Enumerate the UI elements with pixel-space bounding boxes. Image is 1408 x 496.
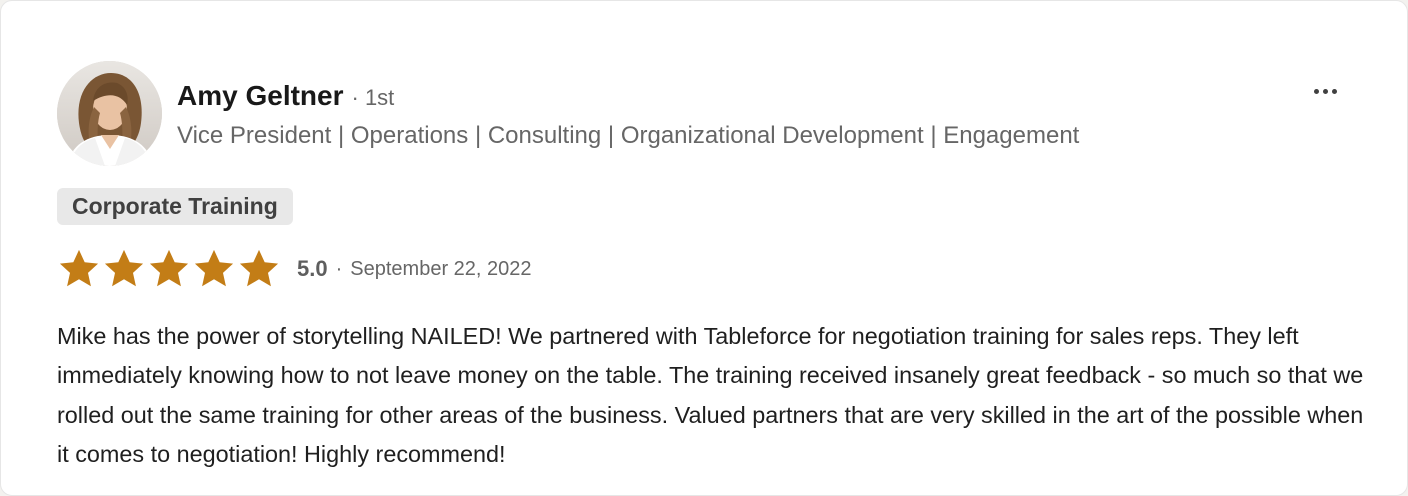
star-icon xyxy=(194,249,234,287)
service-tag: Corporate Training xyxy=(57,188,293,225)
star-icon xyxy=(59,249,99,287)
star-icon xyxy=(149,249,189,287)
star-icon xyxy=(104,249,144,287)
reviewer-name[interactable]: Amy Geltner xyxy=(177,80,344,112)
star-icon xyxy=(239,249,279,287)
rating-score: 5.0 xyxy=(297,256,328,281)
more-options-button[interactable] xyxy=(1305,75,1345,107)
avatar-photo xyxy=(57,61,162,166)
star-rating xyxy=(57,247,281,291)
avatar[interactable] xyxy=(57,61,162,166)
reviewer-name-row: Amy Geltner · 1st xyxy=(177,80,394,112)
reviewer-headline: Vice President | Operations | Consulting… xyxy=(177,122,1080,149)
connection-degree: · 1st xyxy=(351,85,395,110)
review-card: Amy Geltner · 1st Vice President | Opera… xyxy=(0,0,1408,496)
more-horizontal-icon xyxy=(1313,88,1337,94)
review-date: September 22, 2022 xyxy=(350,257,532,280)
rating-row: 5.0 · September 22, 2022 xyxy=(57,247,532,291)
review-text: Mike has the power of storytelling NAILE… xyxy=(57,323,1364,467)
separator-dot: · xyxy=(335,257,343,280)
